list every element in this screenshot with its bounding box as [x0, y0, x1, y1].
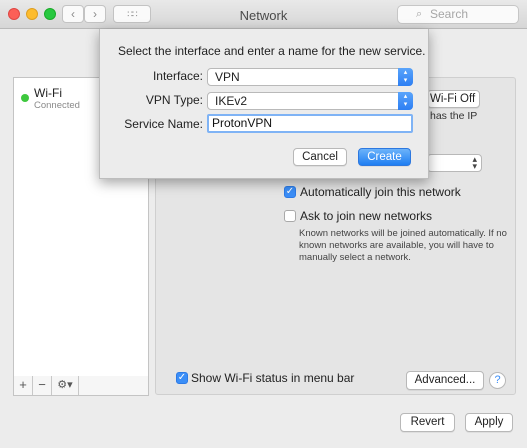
checkmark-icon: ✓ [285, 186, 295, 197]
show-status-checkbox[interactable]: ✓ [176, 372, 188, 384]
popup-arrows-icon: ▴ ▾ [398, 92, 413, 110]
service-name: Wi-Fi [34, 86, 62, 100]
advanced-button[interactable]: Advanced... [406, 371, 484, 390]
search-field[interactable]: ⌕ Search [397, 5, 519, 24]
remove-service-button[interactable]: − [33, 376, 52, 395]
status-dot-icon [21, 94, 29, 102]
ip-info-text: has the IP [430, 110, 478, 122]
interface-popup[interactable]: VPN ▴ ▾ [207, 68, 413, 86]
interface-value: VPN [215, 70, 240, 84]
apply-button[interactable]: Apply [465, 413, 513, 432]
network-name-select[interactable]: ▴ ▾ [427, 154, 482, 172]
ask-join-note: Known networks will be joined automatica… [299, 228, 507, 263]
ask-join-checkbox[interactable] [284, 210, 296, 222]
sheet-message: Select the interface and enter a name fo… [118, 44, 426, 58]
gear-menu-button[interactable]: ⚙▾ [52, 376, 79, 395]
show-status-label: Show Wi-Fi status in menu bar [191, 371, 355, 385]
service-name-input[interactable]: ProtonVPN [207, 114, 413, 133]
vpn-type-value: IKEv2 [215, 94, 248, 108]
select-arrows-icon: ▴ ▾ [472, 154, 477, 171]
search-icon: ⌕ [416, 8, 423, 20]
ask-join-label: Ask to join new networks [300, 209, 433, 223]
auto-join-label: Automatically join this network [300, 185, 461, 199]
help-button[interactable]: ? [489, 372, 506, 389]
revert-button[interactable]: Revert [400, 413, 455, 432]
service-list-toolbar: + − ⚙▾ [13, 376, 149, 396]
vpn-type-popup[interactable]: IKEv2 ▴ ▾ [207, 92, 413, 110]
search-placeholder: Search [430, 7, 469, 21]
service-status: Connected [34, 100, 80, 111]
add-service-button[interactable]: + [14, 376, 33, 395]
auto-join-checkbox[interactable]: ✓ [284, 186, 296, 198]
wifi-off-button[interactable]: Wi-Fi Off [427, 90, 480, 108]
cancel-button[interactable]: Cancel [293, 148, 347, 166]
vpn-type-label: VPN Type: [145, 93, 203, 107]
interface-label: Interface: [152, 69, 203, 83]
popup-arrows-icon: ▴ ▾ [398, 68, 413, 86]
title-bar: ‹ › ∷∷ Network ⌕ Search [0, 0, 527, 29]
service-name-label: Service Name: [124, 117, 203, 131]
create-button[interactable]: Create [358, 148, 411, 166]
checkmark-icon: ✓ [177, 372, 187, 383]
